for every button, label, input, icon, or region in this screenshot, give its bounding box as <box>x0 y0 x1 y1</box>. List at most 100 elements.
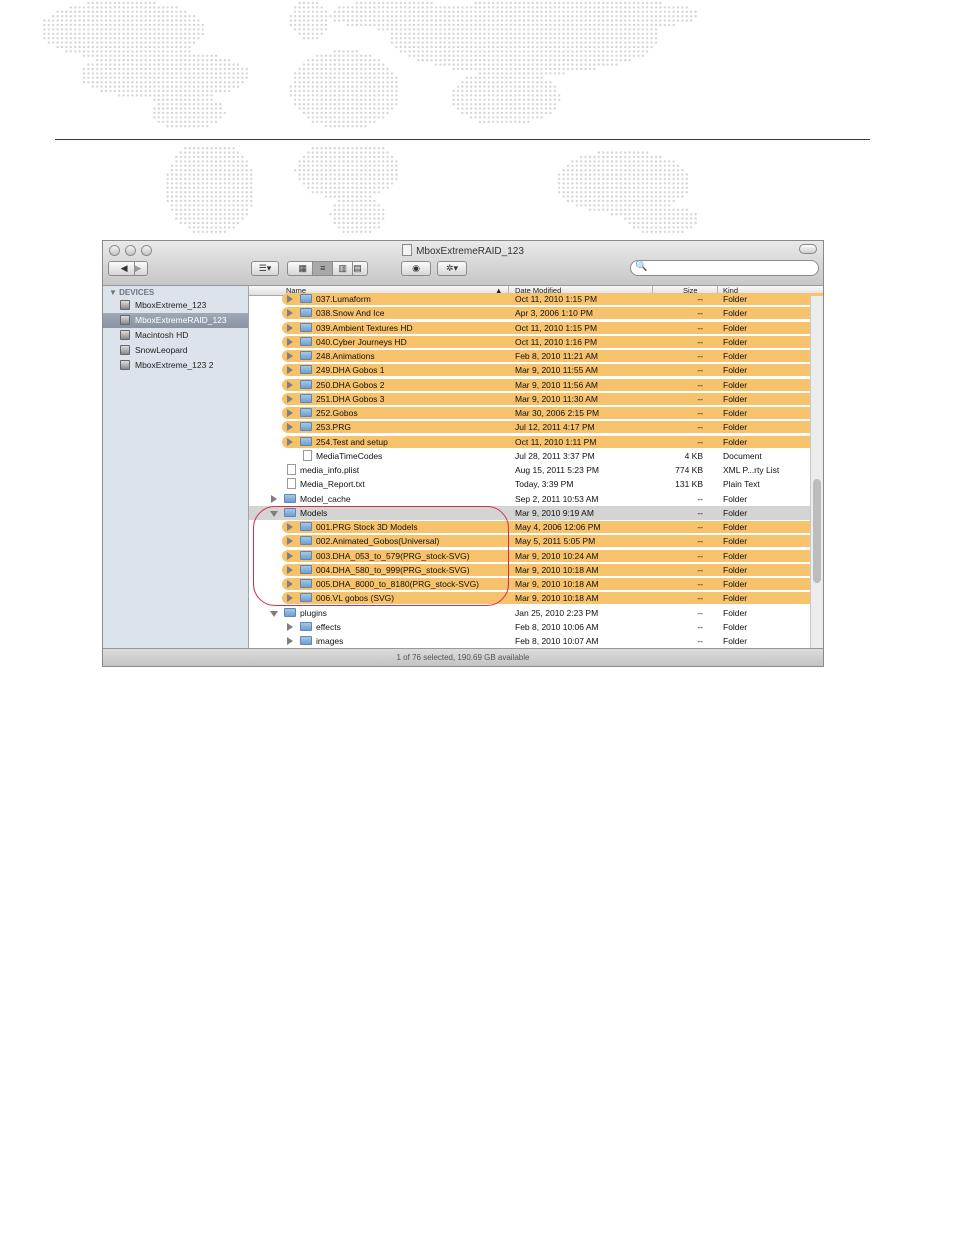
disclosure-triangle-closed-icon[interactable] <box>287 423 293 432</box>
file-kind: Folder <box>723 322 748 333</box>
document-icon <box>303 449 312 461</box>
file-row[interactable]: 250.DHA Gobos 2 Mar 9, 2010 11:56 AM -- Fol… <box>249 378 823 392</box>
search-field[interactable]: 🔍 <box>630 260 819 276</box>
file-row[interactable]: effects Feb 8, 2010 10:06 AM -- Folder <box>249 620 823 634</box>
file-row[interactable]: 251.DHA Gobos 3 Mar 9, 2010 11:30 AM -- Fol… <box>249 392 823 406</box>
folder-icon <box>300 422 312 432</box>
file-size: -- <box>697 564 703 575</box>
file-kind: Folder <box>723 351 748 361</box>
document-icon <box>287 464 296 475</box>
file-date: Mar 9, 2010 10:24 AM <box>515 550 599 561</box>
coverflow-view-button[interactable]: ▤ <box>353 263 362 273</box>
file-kind: Folder <box>723 507 748 518</box>
title-bar[interactable]: MboxExtremeRAID_123 ◀ ▶ ☰▾ ▦ ≡ ▥ ▤ ◉ ✲▾ 🔍 <box>103 241 823 286</box>
file-row[interactable]: 037.Lumaform Oct 11, 2010 1:15 PM -- Folder <box>249 292 823 306</box>
vertical-scrollbar[interactable] <box>810 296 823 648</box>
sidebar-device-item[interactable]: MboxExtremeRAID_123 <box>103 313 248 328</box>
back-button[interactable]: ◀ <box>115 262 135 275</box>
action-menu-button[interactable]: ✲▾ <box>437 261 467 276</box>
hard-disk-icon <box>120 300 130 310</box>
file-size: -- <box>697 607 703 618</box>
folder-icon <box>300 322 312 332</box>
folder-icon <box>300 408 312 417</box>
disclosure-triangle-closed-icon[interactable] <box>287 394 293 403</box>
file-date: Jul 28, 2011 3:37 PM <box>515 450 595 461</box>
disclosure-triangle-closed-icon[interactable] <box>287 309 293 318</box>
file-date: Mar 9, 2010 9:19 AM <box>515 507 594 518</box>
file-kind: Folder <box>723 408 748 418</box>
file-size: -- <box>697 522 703 532</box>
sidebar-device-item[interactable]: Macintosh HD <box>103 328 248 343</box>
file-name: plugins <box>300 607 327 618</box>
arrange-menu-button[interactable]: ☰▾ <box>251 261 279 276</box>
file-size: -- <box>697 365 703 376</box>
file-row[interactable]: 040.Cyber Journeys HD Oct 11, 2010 1:16 P… <box>249 335 823 349</box>
file-kind: Folder <box>723 422 748 433</box>
hard-disk-icon <box>120 330 130 340</box>
file-size: -- <box>697 636 703 646</box>
disclosure-triangle-closed-icon[interactable] <box>271 494 277 503</box>
disclosure-triangle-closed-icon[interactable] <box>287 380 293 389</box>
disclosure-triangle-closed-icon[interactable] <box>287 366 293 375</box>
file-size: -- <box>697 336 703 347</box>
disclosure-triangle-closed-icon[interactable] <box>287 409 293 417</box>
file-kind: Folder <box>723 593 748 604</box>
hard-disk-icon <box>120 345 130 355</box>
file-kind: Document <box>723 450 762 461</box>
forward-button[interactable]: ▶ <box>135 263 142 273</box>
file-name: effects <box>316 621 341 632</box>
file-size: -- <box>697 379 703 390</box>
disclosure-triangle-closed-icon[interactable] <box>287 337 293 346</box>
column-view-button[interactable]: ▥ <box>333 262 354 275</box>
file-row[interactable]: 253.PRG Jul 12, 2011 4:17 PM -- Folder <box>249 420 823 434</box>
sidebar-device-item[interactable]: MboxExtreme_123 2 <box>103 358 248 373</box>
file-size: -- <box>697 422 703 433</box>
sidebar-device-item[interactable]: SnowLeopard <box>103 343 248 358</box>
file-date: Jul 12, 2011 4:17 PM <box>515 422 595 433</box>
file-row[interactable]: 038.Snow And Ice Apr 3, 2006 1:10 PM -- Fol… <box>249 306 823 320</box>
file-date: Today, 3:39 PM <box>515 479 574 490</box>
file-row[interactable]: plugins Jan 25, 2010 2:23 PM -- Folder <box>249 606 823 620</box>
icon-view-button[interactable]: ▦ <box>293 262 314 275</box>
toolbar-toggle-button[interactable] <box>799 244 817 254</box>
file-row[interactable]: Model_cache Sep 2, 2011 10:53 AM -- Folder <box>249 492 823 506</box>
folder-icon <box>300 365 312 375</box>
file-row[interactable]: 248.Animations Feb 8, 2010 11:21 AM -- Fold… <box>249 349 823 363</box>
list-view-button[interactable]: ≡ <box>313 262 334 275</box>
file-row[interactable]: Media_Report.txt Today, 3:39 PM 131 KB Plai… <box>249 477 823 491</box>
disclosure-triangle-closed-icon[interactable] <box>287 622 293 631</box>
sidebar-devices-header[interactable]: ▼ DEVICES <box>109 288 154 297</box>
file-kind: Folder <box>723 365 748 376</box>
file-row[interactable]: 254.Test and setup Oct 11, 2010 1:11 PM --… <box>249 435 823 449</box>
disclosure-triangle-closed-icon[interactable] <box>287 637 293 645</box>
file-size: 4 KB <box>684 450 703 461</box>
back-forward-control: ◀ ▶ <box>108 261 148 276</box>
disclosure-triangle-closed-icon[interactable] <box>287 437 293 446</box>
file-date: Aug 15, 2011 5:23 PM <box>515 465 599 475</box>
file-row[interactable]: MediaTimeCodes Jul 28, 2011 3:37 PM 4 KB Do… <box>249 449 823 463</box>
file-name: MediaTimeCodes <box>316 450 383 461</box>
disclosure-triangle-closed-icon[interactable] <box>287 295 293 303</box>
file-date: Mar 9, 2010 10:18 AM <box>515 593 599 604</box>
file-kind: Folder <box>723 564 748 575</box>
file-date: Feb 8, 2010 11:21 AM <box>515 351 599 361</box>
folder-icon <box>300 336 312 346</box>
file-row[interactable]: images Feb 8, 2010 10:07 AM -- Folder <box>249 634 823 648</box>
file-row[interactable]: 249.DHA Gobos 1 Mar 9, 2010 11:55 AM -- Fol… <box>249 363 823 377</box>
quick-look-button[interactable]: ◉ <box>401 261 431 276</box>
file-name: 038.Snow And Ice <box>316 308 385 319</box>
file-row[interactable]: media_info.plist Aug 15, 2011 5:23 PM 774 … <box>249 463 823 477</box>
file-kind: Folder <box>723 493 748 504</box>
file-row[interactable]: 252.Gobos Mar 30, 2006 2:15 PM -- Folder <box>249 406 823 420</box>
file-date: Mar 9, 2010 10:18 AM <box>515 579 599 589</box>
file-row[interactable]: 039.Ambient Textures HD Oct 11, 2010 1:15… <box>249 321 823 335</box>
sidebar-item-label: SnowLeopard <box>135 345 188 355</box>
file-name: 253.PRG <box>316 422 351 433</box>
file-name: media_info.plist <box>300 465 360 475</box>
disclosure-triangle-open-icon[interactable] <box>270 610 278 617</box>
disclosure-triangle-closed-icon[interactable] <box>287 352 293 360</box>
scroll-thumb[interactable] <box>813 479 821 583</box>
disclosure-triangle-closed-icon[interactable] <box>287 323 293 332</box>
file-date: May 4, 2006 12:06 PM <box>515 522 601 532</box>
sidebar-device-item[interactable]: MboxExtreme_123 <box>103 298 248 313</box>
